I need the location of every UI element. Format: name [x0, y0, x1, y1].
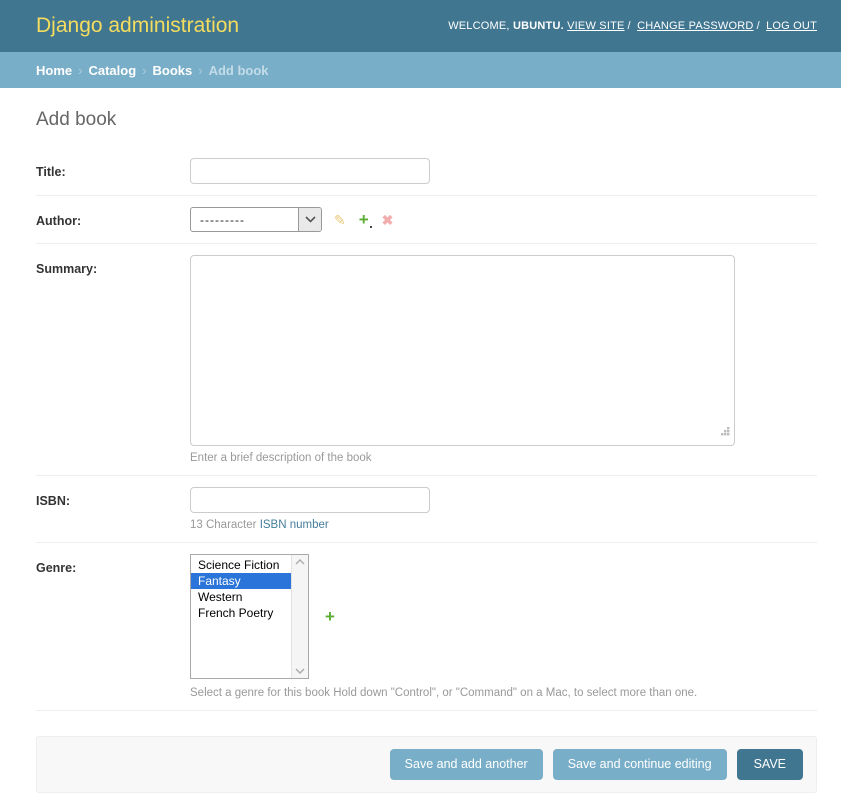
genre-label: Genre: — [36, 561, 76, 575]
content-area: Add book Title: Author: --------- ✎ — [0, 109, 841, 793]
listbox-scrollbar[interactable] — [291, 555, 308, 678]
save-and-continue-editing-button[interactable]: Save and continue editing — [553, 749, 727, 780]
resize-grip-icon[interactable] — [720, 424, 731, 442]
scroll-down-icon[interactable] — [295, 668, 305, 674]
site-brand-link[interactable]: Django administration — [36, 14, 239, 38]
title-label: Title: — [36, 165, 66, 179]
save-and-add-another-button[interactable]: Save and add another — [390, 749, 543, 780]
welcome-text: WELCOME, — [448, 20, 510, 32]
form-row-isbn: ISBN: 13 Character ISBN number — [36, 476, 817, 543]
save-button[interactable]: SAVE — [737, 749, 803, 780]
genre-multiselect[interactable]: Science Fiction Fantasy Western French P… — [190, 554, 309, 679]
chevron-down-icon[interactable] — [298, 208, 321, 231]
genre-option-fantasy[interactable]: Fantasy — [191, 573, 291, 589]
link-separator: / — [757, 20, 760, 32]
author-selected-value: --------- — [191, 208, 298, 231]
breadcrumb-catalog[interactable]: Catalog — [88, 63, 136, 78]
user-tools: WELCOME, UBUNTU. VIEW SITE / CHANGE PASSW… — [448, 20, 817, 32]
form-row-author: Author: --------- ✎ + ✖ — [36, 196, 817, 244]
breadcrumb-home[interactable]: Home — [36, 63, 72, 78]
form-row-genre: Genre: Science Fiction Fantasy Western F… — [36, 543, 817, 711]
form-row-summary: Summary: Enter a brief description of th… — [36, 244, 817, 476]
breadcrumb-books[interactable]: Books — [152, 63, 192, 78]
change-password-link[interactable]: CHANGE PASSWORD — [637, 20, 753, 32]
plus-icon[interactable]: + — [359, 213, 369, 227]
view-site-link[interactable]: VIEW SITE — [567, 20, 624, 32]
author-label: Author: — [36, 214, 81, 228]
breadcrumb-separator: › — [198, 63, 202, 78]
author-select[interactable]: --------- — [190, 207, 322, 232]
summary-help-text: Enter a brief description of the book — [190, 452, 817, 464]
scroll-up-icon[interactable] — [295, 559, 305, 565]
dot — [370, 226, 372, 228]
admin-header: Django administration WELCOME, UBUNTU. V… — [0, 0, 841, 52]
log-out-link[interactable]: LOG OUT — [766, 20, 817, 32]
username: UBUNTU. — [513, 20, 564, 32]
add-genre-plus-icon[interactable]: + — [325, 607, 335, 627]
isbn-help-prefix: 13 Character — [190, 519, 260, 531]
genre-option-western[interactable]: Western — [191, 589, 291, 605]
breadcrumb-separator: › — [78, 63, 82, 78]
link-separator: / — [628, 20, 631, 32]
genre-option-french-poetry[interactable]: French Poetry — [191, 605, 291, 621]
pencil-icon[interactable]: ✎ — [334, 213, 346, 227]
cross-icon[interactable]: ✖ — [382, 213, 394, 227]
isbn-label: ISBN: — [36, 494, 70, 508]
summary-textarea[interactable] — [190, 255, 735, 446]
page-title: Add book — [36, 109, 817, 131]
title-input[interactable] — [190, 158, 430, 184]
summary-label: Summary: — [36, 262, 97, 276]
isbn-help-text: 13 Character ISBN number — [190, 519, 817, 531]
isbn-number-link[interactable]: ISBN number — [260, 519, 329, 531]
breadcrumb-separator: › — [142, 63, 146, 78]
form-row-title: Title: — [36, 147, 817, 196]
breadcrumb: Home › Catalog › Books › Add book — [0, 52, 841, 88]
isbn-input[interactable] — [190, 487, 430, 513]
breadcrumb-current: Add book — [209, 63, 269, 78]
submit-row: Save and add another Save and continue e… — [36, 736, 817, 793]
genre-help-text: Select a genre for this book Hold down "… — [190, 687, 817, 699]
genre-option-science-fiction[interactable]: Science Fiction — [191, 557, 291, 573]
